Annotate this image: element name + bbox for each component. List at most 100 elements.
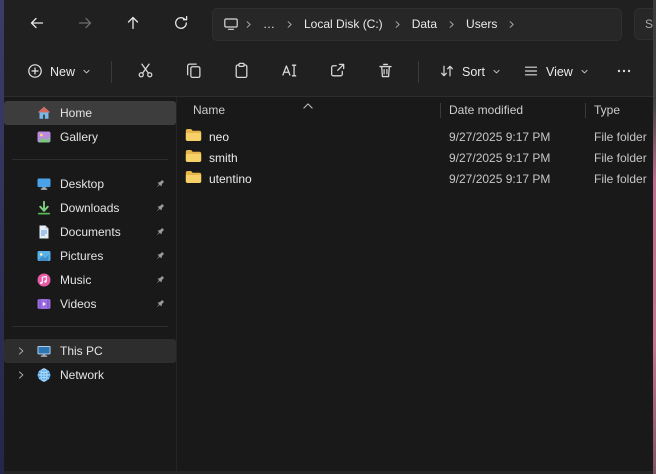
sidebar-item-pictures[interactable]: Pictures: [4, 244, 176, 268]
file-name: smith: [209, 151, 238, 165]
command-toolbar: New Sort View: [0, 48, 656, 97]
file-name: utentino: [209, 172, 252, 186]
delete-button[interactable]: [364, 54, 406, 90]
sidebar-item-music[interactable]: Music: [4, 268, 176, 292]
refresh-button[interactable]: [164, 7, 198, 41]
sidebar-divider: [12, 159, 168, 160]
back-button[interactable]: [20, 7, 54, 41]
share-icon: [329, 62, 346, 82]
forward-button[interactable]: [68, 7, 102, 41]
sort-arrows-icon: [439, 63, 455, 82]
folder-icon: [185, 170, 202, 187]
more-options-button[interactable]: [603, 54, 645, 90]
breadcrumb-data[interactable]: Data: [403, 13, 446, 35]
sidebar-item-home[interactable]: Home: [4, 101, 176, 125]
cut-button[interactable]: [124, 54, 166, 90]
expand-chevron-icon[interactable]: [16, 370, 36, 380]
sidebar-item-label: Music: [60, 273, 91, 287]
sidebar-item-label: Gallery: [60, 130, 98, 144]
paste-icon: [233, 62, 250, 82]
file-type: File folder: [586, 172, 656, 186]
breadcrumb-local-disk-c[interactable]: Local Disk (C:): [295, 13, 392, 35]
sort-button-label: Sort: [462, 65, 485, 79]
file-date-modified: 9/27/2025 9:17 PM: [441, 172, 586, 186]
rename-icon: [281, 62, 298, 82]
music-icon: [36, 272, 52, 288]
chevron-right-icon: [447, 20, 456, 29]
paste-button[interactable]: [220, 54, 262, 90]
new-button-label: New: [50, 65, 75, 79]
view-button[interactable]: View: [512, 55, 600, 90]
column-header-date-modified[interactable]: Date modified: [441, 97, 586, 123]
file-list-pane: Name Date modified Type neo 9/27/2025 9:…: [176, 97, 656, 474]
pin-icon: [154, 250, 166, 262]
new-button[interactable]: New: [16, 55, 102, 90]
sidebar-item-network[interactable]: Network: [4, 363, 176, 387]
up-arrow-icon: [125, 15, 141, 34]
address-bar[interactable]: … Local Disk (C:) Data Users: [212, 8, 622, 41]
file-name: neo: [209, 130, 229, 144]
chevron-down-icon: [82, 65, 91, 79]
up-button[interactable]: [116, 7, 150, 41]
chevron-right-icon: [393, 20, 402, 29]
file-type: File folder: [586, 151, 656, 165]
sidebar-divider: [12, 326, 168, 327]
file-date-modified: 9/27/2025 9:17 PM: [441, 130, 586, 144]
copy-icon: [185, 62, 202, 82]
column-header-name[interactable]: Name: [177, 97, 441, 123]
sidebar-item-label: Pictures: [60, 249, 103, 263]
sidebar-item-label: Desktop: [60, 177, 104, 191]
sort-button[interactable]: Sort: [428, 55, 512, 90]
pin-icon: [154, 274, 166, 286]
this-pc-icon: [223, 16, 239, 32]
file-date-modified: 9/27/2025 9:17 PM: [441, 151, 586, 165]
folder-icon: [185, 149, 202, 166]
chevron-right-icon: [285, 20, 294, 29]
sidebar-item-videos[interactable]: Videos: [4, 292, 176, 316]
sidebar-item-label: Network: [60, 368, 104, 382]
explorer-content: Home Gallery Desktop Downloads Documents: [0, 97, 656, 474]
navigation-pane: Home Gallery Desktop Downloads Documents: [4, 97, 176, 474]
file-type: File folder: [586, 130, 656, 144]
sidebar-item-desktop[interactable]: Desktop: [4, 172, 176, 196]
cut-icon: [137, 62, 154, 82]
copy-button[interactable]: [172, 54, 214, 90]
sidebar-item-label: This PC: [60, 344, 103, 358]
column-header-type[interactable]: Type: [586, 97, 656, 123]
rename-button[interactable]: [268, 54, 310, 90]
pictures-icon: [36, 248, 52, 264]
chevron-down-icon: [580, 65, 589, 79]
file-row-neo[interactable]: neo 9/27/2025 9:17 PM File folder: [177, 126, 656, 147]
breadcrumb-users[interactable]: Users: [457, 13, 506, 35]
pin-icon: [154, 226, 166, 238]
file-row-smith[interactable]: smith 9/27/2025 9:17 PM File folder: [177, 147, 656, 168]
chevron-right-icon: [244, 20, 253, 29]
folder-icon: [185, 128, 202, 145]
back-icon: [29, 15, 45, 34]
pin-icon: [154, 202, 166, 214]
file-row-utentino[interactable]: utentino 9/27/2025 9:17 PM File folder: [177, 168, 656, 189]
sidebar-item-label: Videos: [60, 297, 96, 311]
column-headers: Name Date modified Type: [177, 97, 656, 123]
sidebar-item-downloads[interactable]: Downloads: [4, 196, 176, 220]
breadcrumb-overflow-button[interactable]: …: [254, 13, 284, 35]
downloads-icon: [36, 200, 52, 216]
toolbar-separator: [418, 61, 419, 83]
expand-chevron-icon[interactable]: [16, 346, 36, 356]
videos-icon: [36, 296, 52, 312]
ellipsis-icon: [616, 63, 632, 82]
chevron-down-icon: [492, 65, 501, 79]
this-pc-icon: [36, 343, 52, 359]
sidebar-item-gallery[interactable]: Gallery: [4, 125, 176, 149]
sidebar-item-documents[interactable]: Documents: [4, 220, 176, 244]
share-button[interactable]: [316, 54, 358, 90]
sidebar-item-this-pc[interactable]: This PC: [4, 339, 176, 363]
file-rows: neo 9/27/2025 9:17 PM File folder smith …: [177, 126, 656, 189]
new-plus-icon: [27, 63, 43, 82]
window-left-border: [0, 0, 4, 474]
view-button-label: View: [546, 65, 573, 79]
network-icon: [36, 367, 52, 383]
sidebar-item-label: Documents: [60, 225, 121, 239]
pin-icon: [154, 298, 166, 310]
column-header-label: Type: [594, 103, 620, 117]
